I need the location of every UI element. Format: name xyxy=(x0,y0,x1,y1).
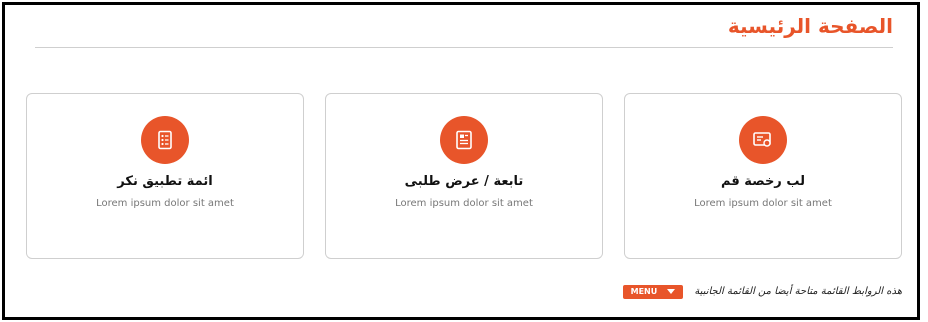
card-icon-badge xyxy=(739,116,787,164)
caret-down-icon xyxy=(667,288,676,294)
card-license[interactable]: لب رخصة قم Lorem ipsum dolor sit amet xyxy=(624,93,902,259)
document-icon xyxy=(456,130,472,150)
card-checklist[interactable]: ائمة تطبيق نكر Lorem ipsum dolor sit ame… xyxy=(26,93,304,259)
menu-button-label: MENU xyxy=(630,286,658,296)
title-divider xyxy=(35,47,893,48)
card-description: Lorem ipsum dolor sit amet xyxy=(96,198,234,209)
cards-row: لب رخصة قم Lorem ipsum dolor sit amet تا… xyxy=(22,93,902,259)
card-description: Lorem ipsum dolor sit amet xyxy=(694,198,832,209)
page-frame: الصفحة الرئيسية لب رخصة قم Lorem ipsum d… xyxy=(2,2,920,320)
card-title: لب رخصة قم xyxy=(721,174,805,189)
card-title: ائمة تطبيق نكر xyxy=(117,174,213,189)
page-title: الصفحة الرئيسية xyxy=(727,14,893,38)
card-icon-badge xyxy=(141,116,189,164)
footer-row: هذه الروابط القائمة متاحة أيضا من القائم… xyxy=(622,281,902,299)
card-track-request[interactable]: تابعة / عرض طلبى Lorem ipsum dolor sit a… xyxy=(325,93,603,259)
footer-note: هذه الروابط القائمة متاحة أيضا من القائم… xyxy=(694,286,902,297)
checklist-icon xyxy=(158,130,172,150)
license-card-icon xyxy=(753,132,771,147)
menu-button[interactable]: MENU xyxy=(622,284,684,299)
card-title: تابعة / عرض طلبى xyxy=(404,174,524,189)
card-description: Lorem ipsum dolor sit amet xyxy=(395,198,533,209)
card-icon-badge xyxy=(440,116,488,164)
